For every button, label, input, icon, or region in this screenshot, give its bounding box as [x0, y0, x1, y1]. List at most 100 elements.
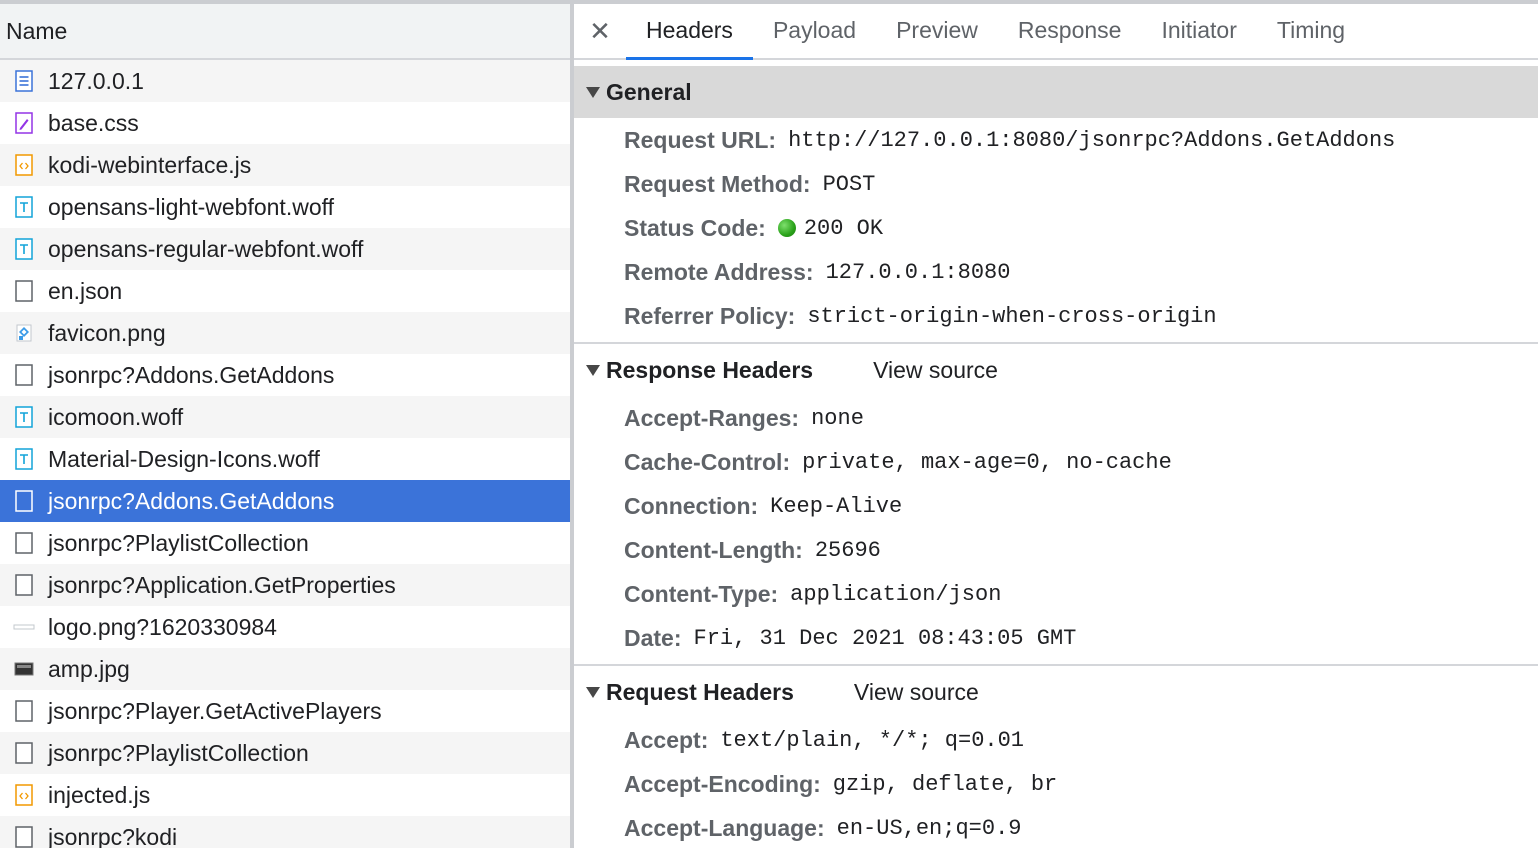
view-source-link[interactable]: View source: [854, 679, 979, 706]
header-row: Connection: Keep-Alive: [574, 484, 1538, 528]
response-header-rows: Accept-Ranges: none Cache-Control: private,…: [574, 396, 1538, 664]
request-row[interactable]: opensans-light-webfont.woff: [0, 186, 570, 228]
request-name: injected.js: [48, 781, 151, 808]
request-row[interactable]: en.json: [0, 270, 570, 312]
request-headers-section-header[interactable]: Request Headers View source: [574, 666, 1538, 718]
blank-file-icon: [13, 531, 35, 555]
tab-payload[interactable]: Payload: [753, 4, 876, 58]
header-key: Content-Length:: [624, 536, 803, 563]
request-row[interactable]: kodi-webinterface.js: [0, 144, 570, 186]
view-source-link[interactable]: View source: [873, 357, 998, 384]
header-row: Cache-Control: private, max-age=0, no-cac…: [574, 440, 1538, 484]
request-header-rows: Accept: text/plain, */*; q=0.01 Accept-Enc…: [574, 718, 1538, 848]
header-key: Cache-Control:: [624, 448, 791, 475]
general-section-header[interactable]: General: [574, 66, 1538, 118]
script-icon: [13, 783, 35, 807]
tab-initiator[interactable]: Initiator: [1141, 4, 1256, 58]
request-row[interactable]: jsonrpc?kodi: [0, 816, 570, 848]
request-row[interactable]: jsonrpc?Application.GetProperties: [0, 564, 570, 606]
request-row[interactable]: injected.js: [0, 774, 570, 816]
header-value[interactable]: strict-origin-when-cross-origin: [807, 304, 1216, 329]
stylesheet-icon: [13, 111, 35, 135]
details-tab-bar: ✕ Headers Payload Preview Response Initiator…: [574, 4, 1538, 60]
document-icon: [13, 69, 35, 93]
request-row[interactable]: logo.png?1620330984: [0, 606, 570, 648]
header-value[interactable]: POST: [823, 172, 876, 197]
request-row[interactable]: opensans-regular-webfont.woff: [0, 228, 570, 270]
font-icon: [13, 195, 35, 219]
tab-response[interactable]: Response: [998, 4, 1142, 58]
request-name: jsonrpc?Player.GetActivePlayers: [48, 697, 382, 724]
response-headers-section-header[interactable]: Response Headers View source: [574, 344, 1538, 396]
header-value[interactable]: http://127.0.0.1:8080/jsonrpc?Addons.Get…: [788, 128, 1395, 153]
header-value[interactable]: none: [811, 406, 864, 431]
header-value[interactable]: Keep-Alive: [770, 494, 902, 519]
image-icon: [13, 321, 35, 345]
header-value[interactable]: en-US,en;q=0.9: [837, 816, 1022, 841]
request-row[interactable]: jsonrpc?PlaylistCollection: [0, 522, 570, 564]
request-list: 127.0.0.1 base.css kodi-webinterface.js ope…: [0, 60, 570, 848]
blank-file-icon: [13, 489, 35, 513]
photo-icon: [13, 657, 35, 681]
collapse-triangle-icon: [586, 364, 600, 376]
request-row[interactable]: jsonrpc?Player.GetActivePlayers: [0, 690, 570, 732]
header-value[interactable]: 127.0.0.1:8080: [826, 260, 1011, 285]
request-row[interactable]: icomoon.woff: [0, 396, 570, 438]
section-title: Request Headers: [606, 678, 794, 705]
request-row[interactable]: jsonrpc?Addons.GetAddons: [0, 480, 570, 522]
header-row: Content-Length: 25696: [574, 528, 1538, 572]
header-key: Referrer Policy:: [624, 302, 796, 329]
header-value[interactable]: application/json: [790, 582, 1001, 607]
header-key: Accept:: [624, 726, 709, 753]
request-row[interactable]: amp.jpg: [0, 648, 570, 690]
header-row: Accept: text/plain, */*; q=0.01: [574, 718, 1538, 762]
request-name: jsonrpc?PlaylistCollection: [48, 529, 309, 556]
request-name: opensans-light-webfont.woff: [48, 193, 334, 220]
header-row: Content-Type: application/json: [574, 572, 1538, 616]
header-key: Content-Type:: [624, 580, 779, 607]
font-icon: [13, 447, 35, 471]
blank-file-icon: [13, 363, 35, 387]
request-name: Material-Design-Icons.woff: [48, 445, 320, 472]
blank-file-icon: [13, 825, 35, 848]
header-value[interactable]: text/plain, */*; q=0.01: [720, 728, 1024, 753]
general-rows: Request URL: http://127.0.0.1:8080/jsonrp…: [574, 118, 1538, 342]
request-name: opensans-regular-webfont.woff: [48, 235, 364, 262]
request-name: jsonrpc?kodi: [48, 823, 178, 848]
request-row[interactable]: Material-Design-Icons.woff: [0, 438, 570, 480]
request-name: base.css: [48, 109, 139, 136]
blank-file-icon: [13, 699, 35, 723]
request-name: 127.0.0.1: [48, 67, 144, 94]
request-row[interactable]: jsonrpc?Addons.GetAddons: [0, 354, 570, 396]
header-value[interactable]: Fri, 31 Dec 2021 08:43:05 GMT: [694, 626, 1077, 651]
status-dot-icon: [777, 219, 796, 237]
tab-timing[interactable]: Timing: [1257, 4, 1365, 58]
request-name: en.json: [48, 277, 123, 304]
blank-file-icon: [13, 741, 35, 765]
request-row[interactable]: jsonrpc?PlaylistCollection: [0, 732, 570, 774]
header-value[interactable]: 25696: [815, 538, 881, 563]
request-name: jsonrpc?PlaylistCollection: [48, 739, 309, 766]
header-value[interactable]: gzip, deflate, br: [833, 772, 1057, 797]
tab-preview[interactable]: Preview: [876, 4, 998, 58]
request-list-pane: Name 127.0.0.1 base.css kodi-webinterface.…: [0, 4, 574, 848]
header-key: Request URL:: [624, 126, 777, 153]
name-column-header[interactable]: Name: [0, 4, 570, 60]
header-value[interactable]: 200 OK: [804, 216, 883, 241]
request-row[interactable]: base.css: [0, 102, 570, 144]
tab-headers[interactable]: Headers: [626, 4, 753, 60]
request-row[interactable]: 127.0.0.1: [0, 60, 570, 102]
header-row: Referrer Policy: strict-origin-when-cross…: [574, 294, 1538, 338]
font-icon: [13, 237, 35, 261]
request-name: jsonrpc?Application.GetProperties: [48, 571, 396, 598]
close-icon[interactable]: ✕: [574, 4, 626, 58]
header-row: Request Method: POST: [574, 162, 1538, 206]
header-key: Accept-Encoding:: [624, 770, 821, 797]
header-value[interactable]: private, max-age=0, no-cache: [802, 450, 1172, 475]
section-title: General: [606, 78, 692, 105]
request-row[interactable]: favicon.png: [0, 312, 570, 354]
header-key: Date:: [624, 624, 682, 651]
request-name: logo.png?1620330984: [48, 613, 277, 640]
font-icon: [13, 405, 35, 429]
section-title: Response Headers: [606, 356, 814, 383]
